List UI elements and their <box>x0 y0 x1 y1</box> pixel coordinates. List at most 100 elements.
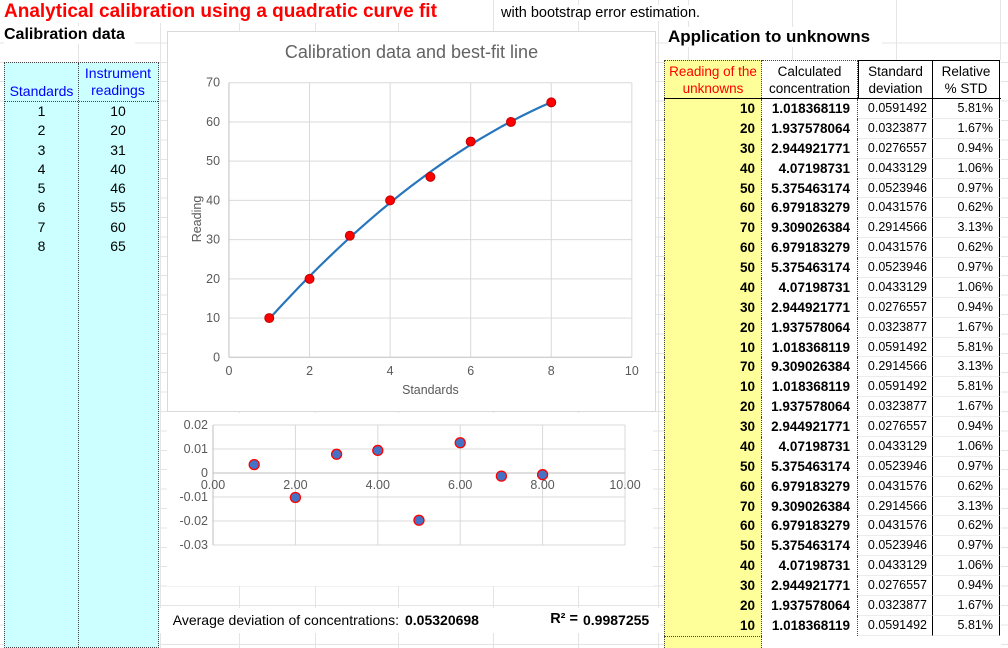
standard-deviation-cell[interactable]: 0.0431576 <box>858 238 933 258</box>
relative-std-cell[interactable]: 3.13% <box>933 497 1000 517</box>
unknown-reading-cell[interactable]: 60 <box>664 477 762 497</box>
unknown-reading-cell[interactable]: 70 <box>664 218 762 238</box>
standard-deviation-cell[interactable]: 0.0323877 <box>858 119 933 139</box>
calculated-concentration-cell[interactable]: 2.944921771 <box>762 139 858 159</box>
standard-deviation-cell[interactable]: 0.2914566 <box>858 218 933 238</box>
relative-std-cell[interactable]: 1.06% <box>933 278 1000 298</box>
col-header-calculated-concentration[interactable]: Calculated concentration <box>762 60 858 98</box>
standard-deviation-cell[interactable]: 0.0523946 <box>858 457 933 477</box>
standard-deviation-cell[interactable]: 0.0323877 <box>858 596 933 616</box>
avg-deviation-label[interactable]: Average deviation of concentrations: <box>167 612 399 628</box>
standard-cell[interactable]: 2 <box>5 121 78 140</box>
unknown-reading-cell[interactable]: 50 <box>664 179 762 199</box>
reading-cell[interactable]: 40 <box>78 160 158 179</box>
avg-deviation-value[interactable]: 0.05320698 <box>405 612 479 628</box>
standard-deviation-cell[interactable]: 0.0431576 <box>858 477 933 497</box>
col-header-standard-deviation[interactable]: Standard deviation <box>858 60 933 98</box>
calculated-concentration-cell[interactable]: 1.937578064 <box>762 397 858 417</box>
relative-std-cell[interactable]: 0.94% <box>933 139 1000 159</box>
reading-cell[interactable]: 10 <box>78 102 158 121</box>
relative-std-cell[interactable]: 5.81% <box>933 338 1000 358</box>
unknown-reading-cell[interactable]: 10 <box>664 616 762 636</box>
relative-std-cell[interactable]: 0.62% <box>933 198 1000 218</box>
standard-deviation-cell[interactable]: 0.0276557 <box>858 576 933 596</box>
relative-std-cell[interactable]: 5.81% <box>933 377 1000 397</box>
standard-deviation-cell[interactable]: 0.0523946 <box>858 179 933 199</box>
relative-std-cell[interactable]: 0.62% <box>933 477 1000 497</box>
r-squared-label[interactable]: R² = <box>480 611 578 627</box>
unknown-reading-cell[interactable]: 20 <box>664 397 762 417</box>
unknown-reading-cell[interactable]: 70 <box>664 357 762 377</box>
col-header-relative-std[interactable]: Relative % STD <box>933 60 1000 98</box>
calculated-concentration-cell[interactable]: 6.979183279 <box>762 198 858 218</box>
unknown-reading-cell[interactable]: 10 <box>664 99 762 119</box>
relative-std-cell[interactable]: 1.67% <box>933 397 1000 417</box>
calculated-concentration-cell[interactable]: 5.375463174 <box>762 457 858 477</box>
calculated-concentration-cell[interactable]: 4.07198731 <box>762 159 858 179</box>
relative-std-cell[interactable]: 3.13% <box>933 218 1000 238</box>
unknown-reading-cell[interactable]: 30 <box>664 298 762 318</box>
calculated-concentration-cell[interactable]: 6.979183279 <box>762 477 858 497</box>
calculated-concentration-cell[interactable]: 5.375463174 <box>762 258 858 278</box>
col-header-instrument-readings[interactable]: Instrument readings <box>78 65 158 99</box>
reading-cell[interactable]: 46 <box>78 179 158 198</box>
standard-deviation-cell[interactable]: 0.0433129 <box>858 159 933 179</box>
relative-std-cell[interactable]: 1.67% <box>933 596 1000 616</box>
unknown-reading-cell[interactable]: 10 <box>664 377 762 397</box>
calculated-concentration-cell[interactable]: 4.07198731 <box>762 556 858 576</box>
standard-deviation-cell[interactable]: 0.0431576 <box>858 198 933 218</box>
relative-std-cell[interactable]: 5.81% <box>933 99 1000 119</box>
unknown-reading-cell[interactable]: 20 <box>664 318 762 338</box>
r-squared-value[interactable]: 0.9987255 <box>583 612 649 628</box>
standard-cell[interactable]: 1 <box>5 102 78 121</box>
unknowns-heading[interactable]: Application to unknowns <box>668 27 882 47</box>
standard-deviation-cell[interactable]: 0.0276557 <box>858 139 933 159</box>
residuals-chart[interactable]: 0.020.010-0.01-0.02-0.030.002.004.006.00… <box>167 413 653 586</box>
calculated-concentration-cell[interactable]: 1.937578064 <box>762 596 858 616</box>
calculated-concentration-cell[interactable]: 1.018368119 <box>762 338 858 358</box>
calculated-concentration-cell[interactable]: 1.937578064 <box>762 119 858 139</box>
unknown-reading-cell[interactable]: 40 <box>664 159 762 179</box>
unknown-reading-cell[interactable]: 50 <box>664 536 762 556</box>
reading-cell[interactable]: 55 <box>78 198 158 217</box>
calibration-chart[interactable]: Calibration data and best-fit line Readi… <box>167 31 656 412</box>
calculated-concentration-cell[interactable]: 5.375463174 <box>762 179 858 199</box>
standard-cell[interactable]: 3 <box>5 141 78 160</box>
calibration-heading[interactable]: Calibration data <box>4 26 135 44</box>
unknown-reading-cell[interactable]: 30 <box>664 139 762 159</box>
standard-cell[interactable]: 8 <box>5 237 78 256</box>
calculated-concentration-cell[interactable]: 6.979183279 <box>762 238 858 258</box>
standard-deviation-cell[interactable]: 0.0431576 <box>858 516 933 536</box>
standard-deviation-cell[interactable]: 0.0523946 <box>858 536 933 556</box>
standard-deviation-cell[interactable]: 0.0591492 <box>858 338 933 358</box>
standard-deviation-cell[interactable]: 0.0523946 <box>858 258 933 278</box>
relative-std-cell[interactable]: 0.97% <box>933 179 1000 199</box>
relative-std-cell[interactable]: 1.67% <box>933 119 1000 139</box>
calculated-concentration-cell[interactable]: 5.375463174 <box>762 536 858 556</box>
unknown-reading-cell[interactable]: 40 <box>664 278 762 298</box>
standard-deviation-cell[interactable]: 0.2914566 <box>858 357 933 377</box>
relative-std-cell[interactable]: 1.06% <box>933 437 1000 457</box>
unknown-reading-cell[interactable]: 30 <box>664 576 762 596</box>
standard-cell[interactable]: 7 <box>5 218 78 237</box>
relative-std-cell[interactable]: 0.62% <box>933 238 1000 258</box>
calculated-concentration-cell[interactable]: 6.979183279 <box>762 516 858 536</box>
empty-yellow-cell[interactable] <box>664 636 762 648</box>
unknown-reading-cell[interactable]: 30 <box>664 417 762 437</box>
calculated-concentration-cell[interactable]: 1.937578064 <box>762 318 858 338</box>
reading-cell[interactable]: 31 <box>78 141 158 160</box>
calculated-concentration-cell[interactable]: 1.018368119 <box>762 99 858 119</box>
reading-cell[interactable]: 65 <box>78 237 158 256</box>
relative-std-cell[interactable]: 5.81% <box>933 616 1000 636</box>
standard-cell[interactable]: 5 <box>5 179 78 198</box>
col-header-standards[interactable]: Standards <box>5 83 78 99</box>
calculated-concentration-cell[interactable]: 2.944921771 <box>762 576 858 596</box>
unknown-reading-cell[interactable]: 40 <box>664 437 762 457</box>
unknown-reading-cell[interactable]: 50 <box>664 258 762 278</box>
standard-deviation-cell[interactable]: 0.0323877 <box>858 397 933 417</box>
unknown-reading-cell[interactable]: 10 <box>664 338 762 358</box>
standard-deviation-cell[interactable]: 0.0276557 <box>858 417 933 437</box>
standard-deviation-cell[interactable]: 0.0433129 <box>858 556 933 576</box>
unknown-reading-cell[interactable]: 60 <box>664 516 762 536</box>
relative-std-cell[interactable]: 1.06% <box>933 556 1000 576</box>
